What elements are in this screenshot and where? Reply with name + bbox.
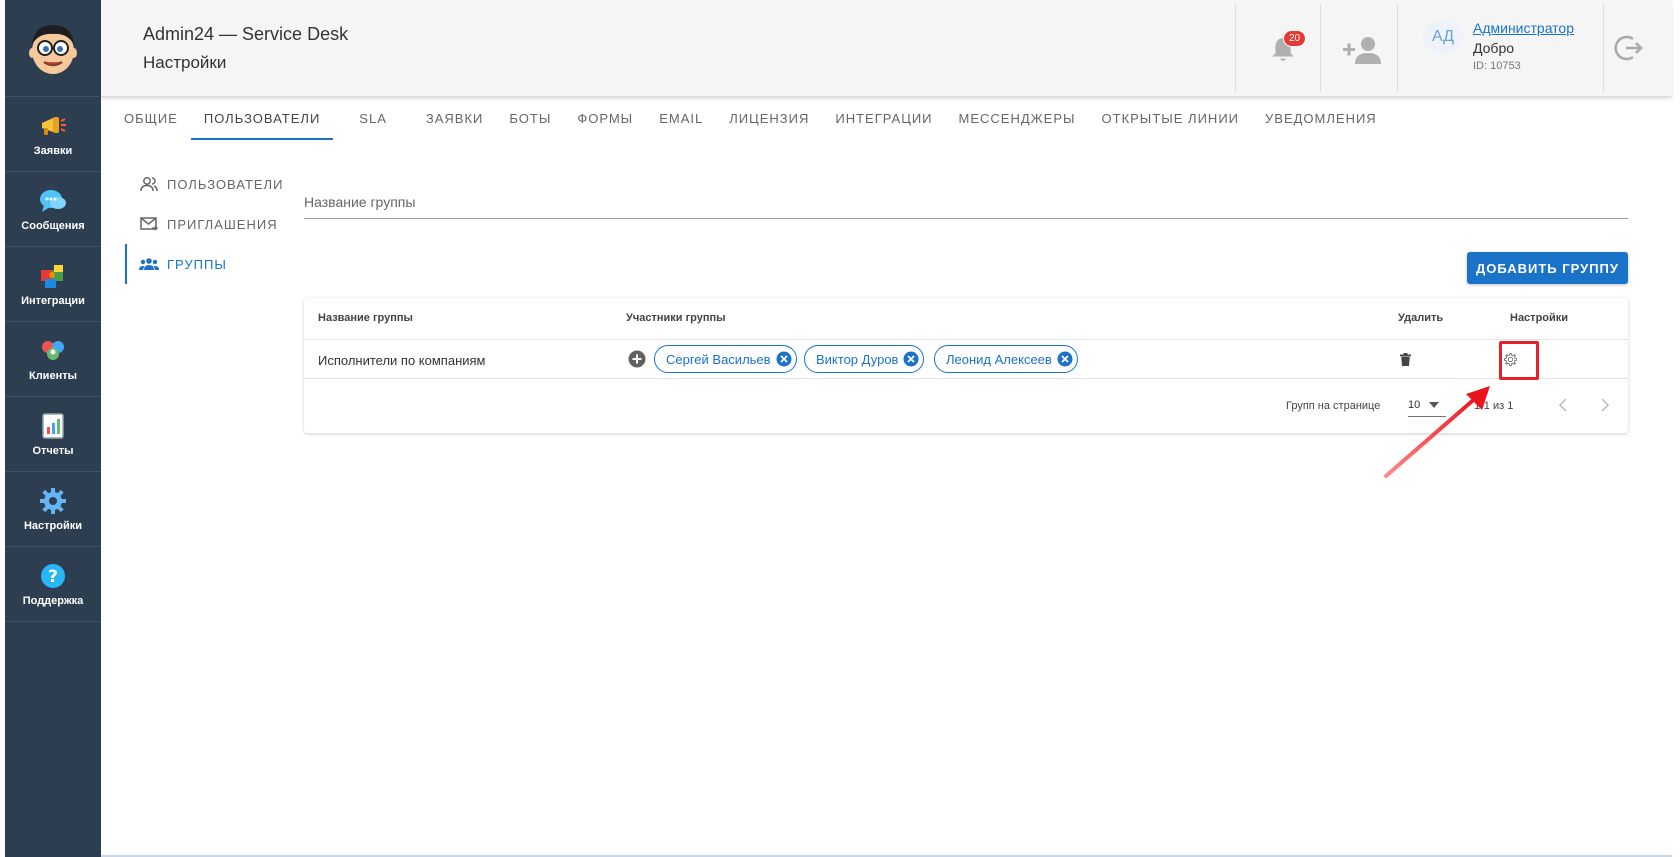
tab-users[interactable]: ПОЛЬЗОВАТЕЛИ [190,104,334,140]
megaphone-icon [38,111,68,141]
users-subnav: ПОЛЬЗОВАТЕЛИ ПРИГЛАШЕНИЯ ГРУППЫ [125,164,283,284]
subnav-users[interactable]: ПОЛЬЗОВАТЕЛИ [125,164,283,204]
header-divider [304,339,1628,340]
app-title: Admin24 — Service Desk [143,24,349,44]
sidebar: Заявки Сообщения Интеграции Клиенты Отче… [5,0,101,857]
logo[interactable] [5,0,101,97]
chat-bubble-icon [38,186,68,216]
sidebar-item-label: Клиенты [28,370,77,382]
sidebar-item-reports[interactable]: Отчеты [5,397,101,472]
question-icon: ? [38,561,68,591]
add-user-button[interactable] [1337,28,1387,72]
member-chip: Леонид Алексеев [934,345,1078,373]
tab-general[interactable]: ОБЩИЕ [111,104,191,140]
tab-forms[interactable]: ФОРМЫ [564,104,646,140]
row-divider [304,378,1628,379]
people-icon [38,336,68,366]
tab-email[interactable]: EMAIL [646,104,716,140]
user-info: Администратор Добро ID: 10753 [1473,20,1574,72]
user-id: ID: 10753 [1473,60,1521,72]
member-chip: Сергей Васильев [654,345,797,373]
tab-tickets[interactable]: ЗАЯВКИ [413,104,497,140]
column-header-settings: Настройки [1510,312,1569,324]
group-name-input[interactable] [304,185,1628,219]
header: Admin24 — Service Desk Настройки 20 АД А… [101,0,1672,97]
chevron-right-icon[interactable] [1596,394,1614,416]
sidebar-item-integrations[interactable]: Интеграции [5,247,101,322]
tab-integrations[interactable]: ИНТЕГРАЦИИ [822,104,945,140]
header-divider [1603,4,1604,92]
notifications-button[interactable]: 20 [1261,28,1307,72]
svg-text:?: ? [48,567,58,587]
member-chip-label: Сергей Васильев [666,351,771,367]
add-group-button[interactable]: ДОБАВИТЬ ГРУППУ [1467,252,1628,284]
sidebar-item-label: Заявки [33,145,73,157]
header-divider [1235,4,1236,92]
group-icon [139,254,159,274]
report-icon [38,411,68,441]
sidebar-item-support[interactable]: ? Поддержка [5,547,101,622]
avatar[interactable]: АД [1423,20,1463,54]
header-titles: Admin24 — Service Desk Настройки [143,24,348,73]
puzzle-icon [38,261,68,291]
column-header-members: Участники группы [626,312,726,324]
header-divider [1320,4,1321,92]
rows-per-page-value: 10 [1408,398,1421,411]
tab-bots[interactable]: БОТЫ [496,104,564,140]
sidebar-item-messages[interactable]: Сообщения [5,172,101,247]
app-window: Заявки Сообщения Интеграции Клиенты Отче… [0,0,1680,857]
logout-button[interactable] [1609,28,1649,68]
settings-tabs: ОБЩИЕ ПОЛЬЗОВАТЕЛИ SLA ЗАЯВКИ БОТЫ ФОРМЫ… [111,104,1390,140]
tab-notifications[interactable]: УВЕДОМЛЕНИЯ [1252,104,1390,140]
subnav-label: ПРИГЛАШЕНИЯ [167,216,278,232]
remove-member-icon[interactable] [776,351,792,367]
mascot-logo-icon [29,25,77,74]
groups-table: Название группы Участники группы Удалить… [304,298,1628,433]
sidebar-item-settings[interactable]: Настройки [5,472,101,547]
user-greeting: Добро [1473,40,1515,56]
dropdown-caret-icon [1429,401,1440,408]
notification-badge: 20 [1283,30,1307,47]
column-header-delete: Удалить [1398,312,1444,324]
member-chip-label: Леонид Алексеев [946,351,1052,367]
users-icon [139,174,159,194]
remove-member-icon[interactable] [903,351,919,367]
sidebar-item-label: Поддержка [22,595,84,607]
column-header-group-name: Название группы [318,312,413,324]
sidebar-item-label: Настройки [23,520,83,532]
mail-forward-icon [139,214,159,234]
user-name-link[interactable]: Администратор [1473,20,1574,36]
rows-per-page-label: Групп на странице [1286,400,1381,412]
header-divider [1397,4,1398,92]
logout-icon [1614,35,1643,61]
sidebar-item-tickets[interactable]: Заявки [5,97,101,172]
subnav-invitations[interactable]: ПРИГЛАШЕНИЯ [125,204,283,244]
chevron-left-icon[interactable] [1554,394,1572,416]
member-chip: Виктор Дуров [804,345,925,373]
pagination-range: 1-1 из 1 [1474,400,1514,412]
subnav-label: ГРУППЫ [167,256,227,272]
remove-member-icon[interactable] [1057,351,1073,367]
sidebar-item-label: Интеграции [21,295,85,307]
sidebar-item-label: Отчеты [32,445,74,457]
gear-icon [38,486,68,516]
add-member-icon[interactable] [628,350,646,368]
add-user-icon [1343,37,1381,64]
member-chip-label: Виктор Дуров [816,351,899,367]
tab-messengers[interactable]: МЕССЕНДЖЕРЫ [946,104,1089,140]
sidebar-item-clients[interactable]: Клиенты [5,322,101,397]
trash-icon[interactable] [1397,350,1413,368]
subnav-groups[interactable]: ГРУППЫ [125,244,283,284]
tab-open-lines[interactable]: ОТКРЫТЫЕ ЛИНИИ [1089,104,1253,140]
rows-per-page-select[interactable]: 10 [1408,393,1446,417]
subnav-label: ПОЛЬЗОВАТЕЛИ [167,176,284,192]
tab-license[interactable]: ЛИЦЕНЗИЯ [716,104,822,140]
page-title: Настройки [143,53,227,72]
sidebar-item-label: Сообщения [21,220,85,232]
group-settings-icon[interactable] [1501,350,1519,368]
tab-sla[interactable]: SLA [333,104,413,140]
group-name-cell: Исполнители по компаниям [318,353,486,368]
